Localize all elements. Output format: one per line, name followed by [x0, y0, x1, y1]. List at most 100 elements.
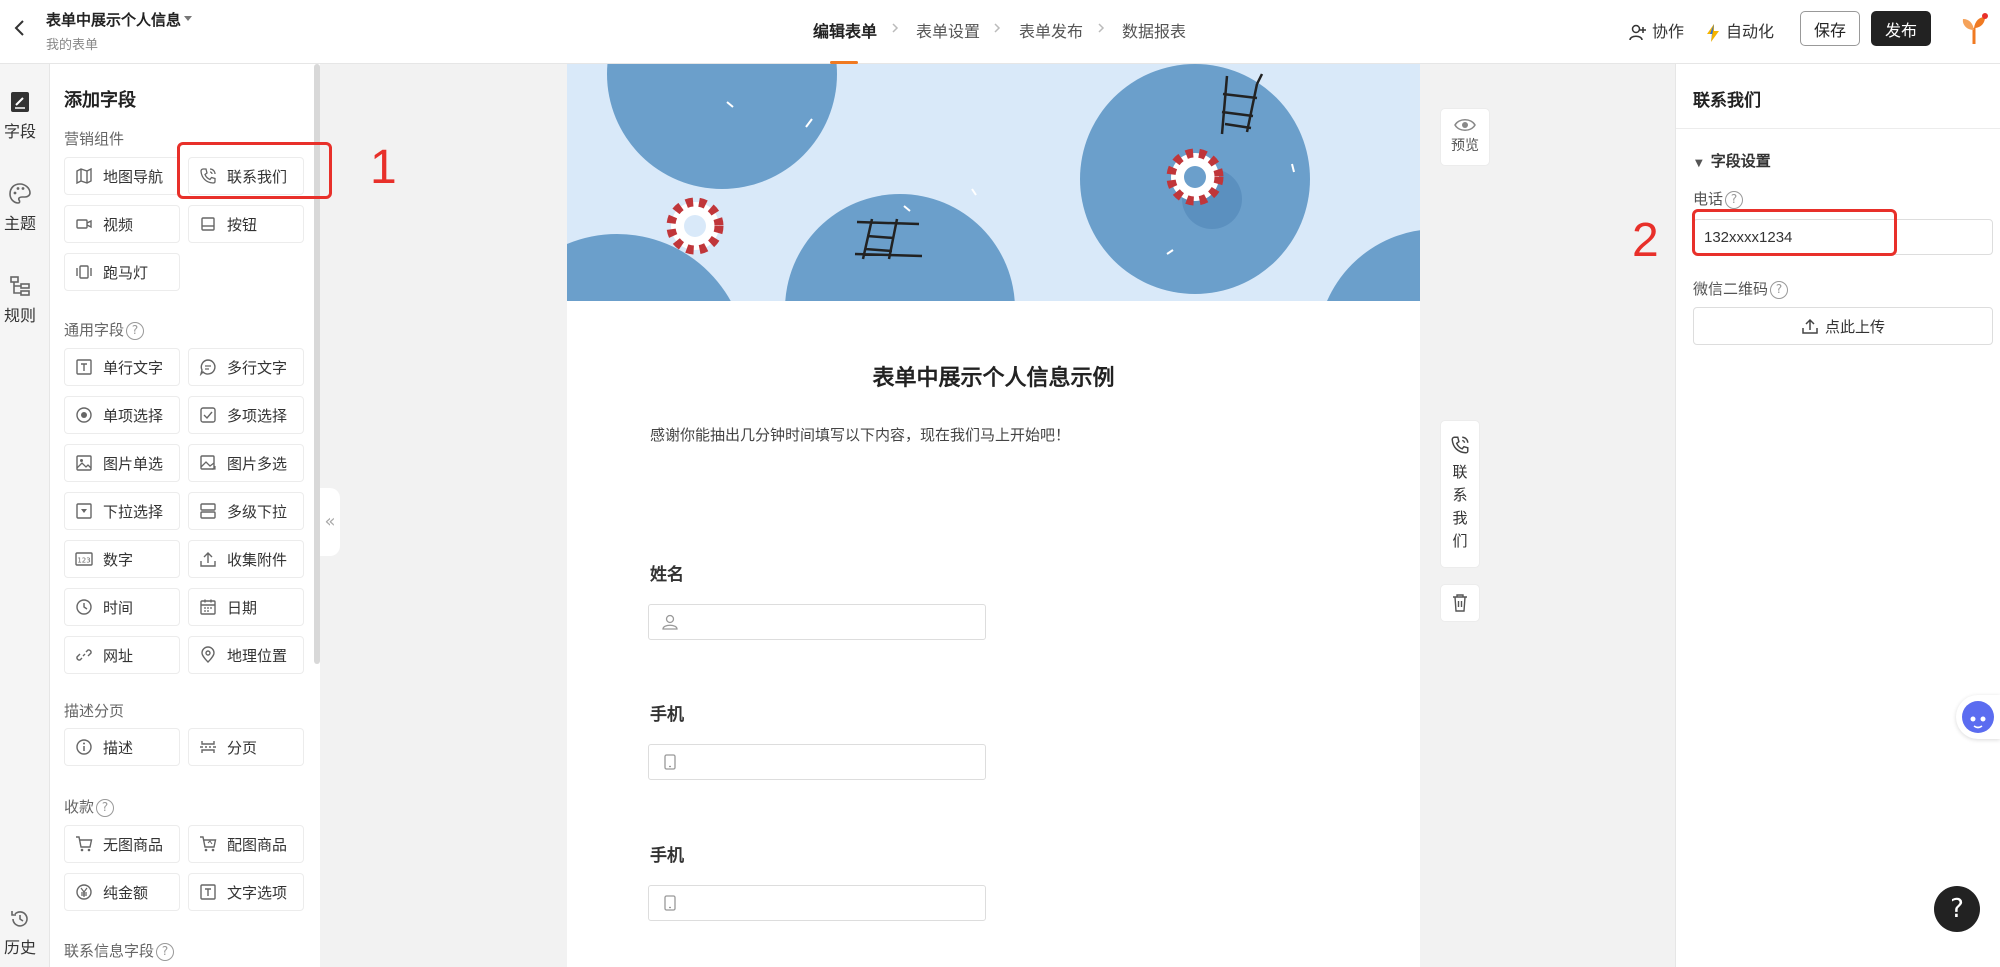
field-amount-button[interactable]: 纯金额	[64, 873, 180, 911]
form-description[interactable]: 感谢你能抽出几分钟时间填写以下内容，现在我们马上开始吧！	[650, 424, 1070, 445]
cart-image-icon	[200, 836, 217, 852]
form-heading[interactable]: 表单中展示个人信息示例	[567, 360, 1420, 392]
help-circle-icon[interactable]: ?	[1725, 190, 1744, 209]
help-circle-icon[interactable]: ?	[96, 798, 115, 817]
wechat-qr-label: 微信二维码?	[1693, 278, 1789, 299]
help-circle-icon[interactable]: ?	[126, 321, 145, 340]
form-subtitle[interactable]: 我的表单	[46, 34, 98, 53]
phone-input-1[interactable]	[648, 744, 986, 780]
field-text-option-button[interactable]: 文字选项	[188, 873, 304, 911]
field-pagination-button[interactable]: 分页	[188, 728, 304, 766]
number-icon: 123	[75, 552, 93, 566]
caret-down-icon: ▼	[1695, 158, 1703, 169]
field-button-button[interactable]: 按钮	[188, 205, 304, 243]
link-icon	[76, 649, 92, 661]
field-number-button[interactable]: 123 数字	[64, 540, 180, 578]
dropdown-icon	[76, 503, 92, 519]
page-break-icon	[200, 741, 216, 753]
form-title[interactable]: 表单中展示个人信息	[46, 9, 181, 30]
back-icon[interactable]	[8, 16, 32, 40]
field-single-choice-button[interactable]: 单项选择	[64, 396, 180, 434]
field-location-button[interactable]: 地理位置	[188, 636, 304, 674]
field-map-nav-button[interactable]: 地图导航	[64, 157, 180, 195]
field-url-button[interactable]: 网址	[64, 636, 180, 674]
automation-button[interactable]: 自动化	[1704, 18, 1774, 43]
form-banner-image[interactable]	[567, 64, 1420, 301]
field-date-button[interactable]: 日期	[188, 588, 304, 626]
preview-button[interactable]: 预览	[1440, 108, 1490, 166]
annotation-number-1: 1	[370, 141, 397, 194]
question-phone-label[interactable]: 手机	[650, 841, 684, 866]
question-phone-label[interactable]: 手机	[650, 700, 684, 725]
question-name-label[interactable]: 姓名	[650, 560, 684, 585]
section-general-title: 通用字段?	[64, 319, 145, 340]
field-product-image-button[interactable]: 配图商品	[188, 825, 304, 863]
field-cascade-button[interactable]: 多级下拉	[188, 492, 304, 530]
history-icon	[11, 911, 28, 927]
nav-rules[interactable]: 规则	[0, 274, 40, 326]
field-label: 日期	[227, 598, 258, 617]
step-edit-form[interactable]: 编辑表单	[813, 18, 877, 42]
field-product-noimage-button[interactable]: 无图商品	[64, 825, 180, 863]
nav-fields-label: 字段	[3, 122, 36, 141]
calendar-icon	[200, 599, 216, 615]
annotation-box-2	[1692, 209, 1897, 256]
user-icon	[662, 614, 678, 630]
section-payment-label: 收款	[64, 798, 95, 816]
nav-theme-label: 主题	[3, 214, 36, 233]
properties-panel: 联系我们 ▼ 字段设置 电话? 微信二维码? 点此上传	[1675, 64, 2000, 967]
help-circle-icon[interactable]: ?	[1770, 280, 1789, 299]
nav-history[interactable]: 历史	[0, 908, 40, 958]
field-image-multi-button[interactable]: 图片多选	[188, 444, 304, 482]
save-button[interactable]: 保存	[1800, 11, 1860, 46]
field-settings-section[interactable]: ▼ 字段设置	[1695, 150, 1771, 171]
help-circle-icon[interactable]: ?	[156, 942, 175, 961]
cascade-icon	[200, 503, 216, 519]
field-single-text-button[interactable]: 单行文字	[64, 348, 180, 386]
collapse-panel-button[interactable]: «	[320, 488, 340, 556]
field-video-button[interactable]: 视频	[64, 205, 180, 243]
field-label: 数字	[103, 550, 134, 569]
clock-icon	[76, 599, 92, 615]
form-canvas: 表单中展示个人信息示例 感谢你能抽出几分钟时间填写以下内容，现在我们马上开始吧！…	[567, 64, 1420, 967]
field-description-button[interactable]: 描述	[64, 728, 180, 766]
help-button[interactable]: ?	[1934, 886, 1980, 932]
field-label: 单行文字	[103, 358, 164, 377]
publish-button[interactable]: 发布	[1871, 11, 1931, 46]
field-marquee-button[interactable]: 跑马灯	[64, 253, 180, 291]
nav-history-label: 历史	[3, 938, 36, 957]
field-label: 配图商品	[227, 835, 288, 854]
step-form-settings[interactable]: 表单设置	[916, 18, 980, 42]
phone-input-2[interactable]	[648, 885, 986, 921]
caret-down-icon[interactable]	[182, 12, 194, 24]
field-multi-choice-button[interactable]: 多项选择	[188, 396, 304, 434]
contact-us-float-widget[interactable]: 联系我们	[1440, 420, 1480, 568]
name-input[interactable]	[648, 604, 986, 640]
delete-button[interactable]	[1440, 584, 1480, 622]
assistant-avatar-icon[interactable]	[1956, 695, 2000, 739]
video-icon	[76, 219, 92, 229]
nav-fields[interactable]: 字段	[0, 90, 40, 142]
field-multi-text-button[interactable]: 多行文字	[188, 348, 304, 386]
field-time-button[interactable]: 时间	[64, 588, 180, 626]
brand-logo-icon[interactable]	[1958, 12, 1990, 46]
mobile-icon	[664, 754, 676, 770]
phone-label: 电话?	[1693, 188, 1744, 209]
nav-theme[interactable]: 主题	[0, 182, 40, 234]
svg-text:123: 123	[77, 557, 90, 565]
collaborate-button[interactable]: 协作	[1628, 18, 1684, 43]
step-form-publish[interactable]: 表单发布	[1019, 18, 1083, 42]
section-general-label: 通用字段	[64, 321, 125, 339]
field-image-single-button[interactable]: 图片单选	[64, 444, 180, 482]
field-dropdown-button[interactable]: 下拉选择	[64, 492, 180, 530]
cart-icon	[76, 836, 93, 852]
field-label: 分页	[227, 738, 258, 757]
field-label: 纯金额	[103, 883, 149, 902]
field-attachment-button[interactable]: 收集附件	[188, 540, 304, 578]
step-data-report[interactable]: 数据报表	[1122, 18, 1186, 42]
button-icon	[201, 217, 215, 231]
text-icon	[76, 359, 92, 375]
field-label: 多级下拉	[227, 502, 288, 521]
upload-button[interactable]: 点此上传	[1693, 307, 1993, 345]
section-contact-title: 联系信息字段?	[64, 940, 175, 961]
